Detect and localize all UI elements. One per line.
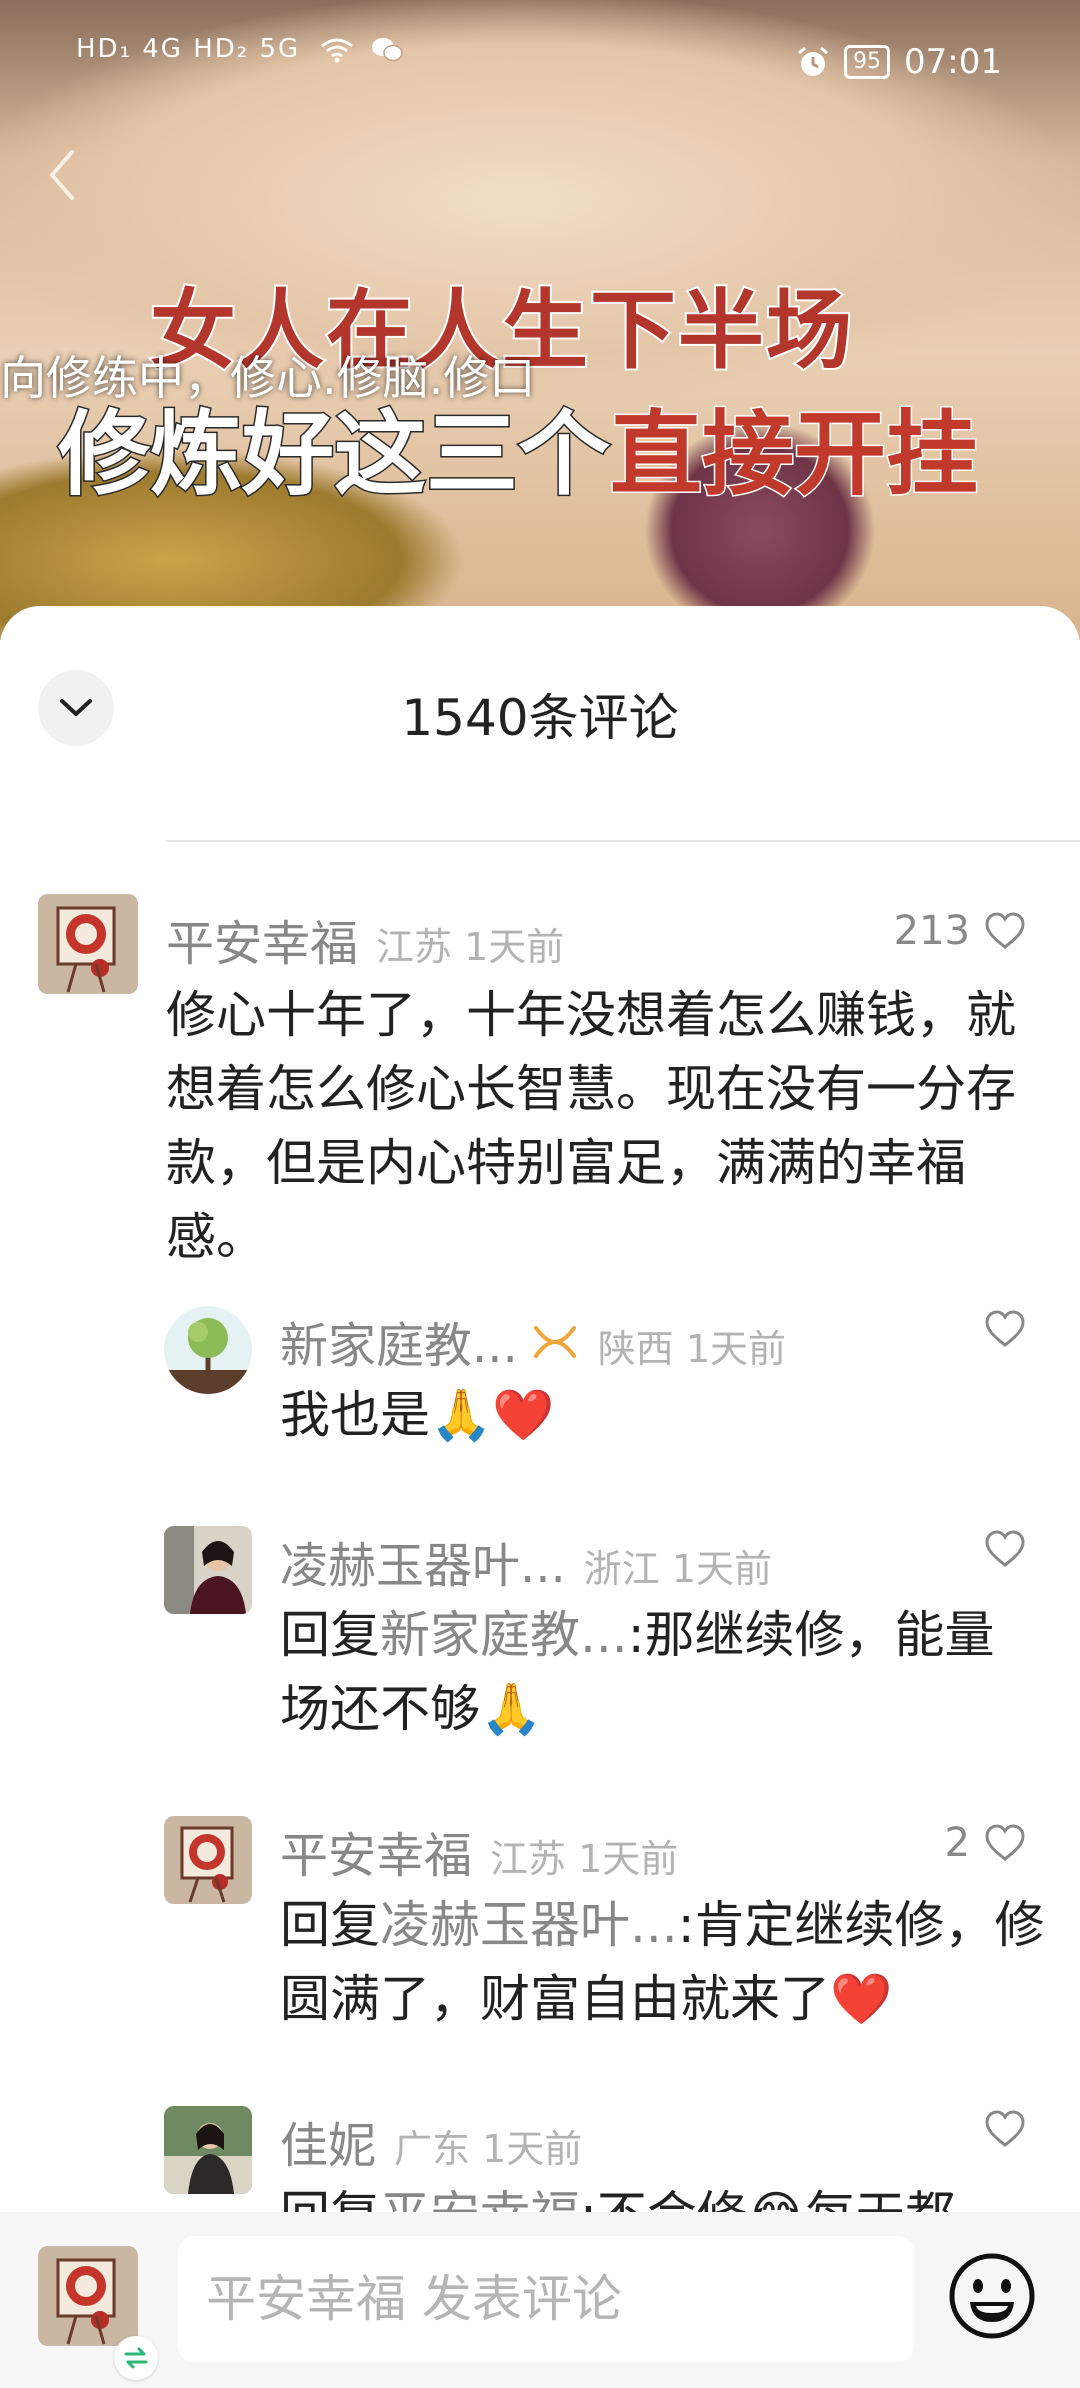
wechat-icon <box>371 37 403 61</box>
avatar-image <box>38 2246 138 2346</box>
swap-icon <box>124 2347 148 2369</box>
reply-header: 佳妮 广东 1天前 <box>280 2106 582 2176</box>
avatar[interactable] <box>164 1306 252 1394</box>
battery-indicator: 95 <box>844 45 891 79</box>
comment-item[interactable]: 平安幸福 江苏 1天前 213 修心十年了，十年没想着怎么赚钱，就想着怎么修心长… <box>0 894 1080 1266</box>
like-button[interactable]: 213 <box>894 908 1026 954</box>
video-title-line2-b: 直接开挂 <box>609 400 980 510</box>
heart-outline-icon <box>985 1310 1025 1347</box>
heart-outline-icon <box>985 912 1025 949</box>
avatar[interactable] <box>164 1526 252 1614</box>
network-text: HD₁ 4G HD₂ 5G <box>76 34 301 64</box>
clock: 07:01 <box>904 42 1002 82</box>
smiley-icon[interactable] <box>946 2250 1038 2342</box>
switch-account-button[interactable] <box>114 2336 158 2380</box>
reply-header: 新家庭教... 陕西 1天前 <box>280 1306 786 1376</box>
avatar-image <box>164 2106 252 2194</box>
reply-prefix: 回复 <box>280 1606 380 1664</box>
reply-header: 平安幸福 江苏 1天前 <box>280 1816 678 1886</box>
heart-outline-icon <box>985 1530 1025 1567</box>
username[interactable]: 佳妮 <box>280 2106 376 2176</box>
wifi-icon <box>321 38 354 62</box>
alarm-icon <box>798 46 828 76</box>
reply-item[interactable]: 凌赫玉器叶... 浙江 1天前 回复新家庭教...:那继续修，能量场还不够🙏 <box>0 1526 1080 1756</box>
comment-text: 修心十年了，十年没想着怎么赚钱，就想着怎么修心长智慧。现在没有一分存款，但是内心… <box>166 986 1016 1266</box>
avatar-image <box>38 894 138 994</box>
reply-text: 回复凌赫玉器叶...:肯定继续修，修圆满了，财富自由就来了❤️ <box>280 1888 1050 2036</box>
avatar-image <box>164 1526 252 1614</box>
like-button[interactable] <box>984 2110 1026 2148</box>
reply-to-user[interactable]: 新家庭教... <box>380 1606 628 1664</box>
avatar[interactable] <box>164 1816 252 1904</box>
my-avatar[interactable] <box>38 2246 138 2346</box>
video-title-line2-a: 修炼好这三个 <box>56 400 611 510</box>
heart-outline-icon <box>985 1824 1025 1861</box>
like-count: 2 <box>944 1820 970 1866</box>
comment-meta: 江苏 1天前 <box>490 1837 679 1881</box>
avatar-image <box>164 1306 252 1394</box>
reply-item[interactable]: 新家庭教... 陕西 1天前 我也是🙏❤️ <box>0 1306 1080 1466</box>
heart-outline-icon <box>985 2110 1025 2147</box>
comment-meta: 江苏 1天前 <box>376 925 565 969</box>
divider <box>166 840 1080 842</box>
username[interactable]: 凌赫玉器叶... <box>280 1526 566 1596</box>
like-button[interactable] <box>984 1530 1026 1568</box>
reply-to-user[interactable]: 凌赫玉器叶... <box>380 1896 678 1954</box>
reply-header: 凌赫玉器叶... 浙江 1天前 <box>280 1526 772 1596</box>
like-count: 213 <box>893 908 970 954</box>
avatar-image <box>164 1816 252 1904</box>
reply-text: 我也是🙏❤️ <box>280 1386 555 1444</box>
comment-header: 平安幸福 江苏 1天前 <box>166 904 564 974</box>
comment-meta: 广东 1天前 <box>394 2127 583 2171</box>
avatar[interactable] <box>38 894 138 994</box>
back-arrow-icon[interactable] <box>38 140 88 210</box>
comment-meta: 浙江 1天前 <box>583 1547 773 1591</box>
comments-sheet: 1540条评论 平安幸福 江苏 1天前 213 修心十年了，十年没想着怎么赚钱，… <box>0 606 1080 2388</box>
reply-prefix: 回复 <box>280 1896 380 1954</box>
username[interactable]: 新家庭教... <box>280 1306 518 1376</box>
like-button[interactable]: 2 <box>945 1820 1026 1866</box>
status-bar: HD₁ 4G HD₂ 5G 95 07:01 <box>0 0 1080 120</box>
comment-input[interactable] <box>178 2236 914 2362</box>
video-player[interactable]: HD₁ 4G HD₂ 5G 95 07:01 女人在人生下半场 向修练中，修心.… <box>0 0 1080 640</box>
avatar[interactable] <box>164 2106 252 2194</box>
creator-badge-icon <box>533 1326 576 1358</box>
comment-composer-bar <box>0 2212 1080 2388</box>
comment-input-box[interactable] <box>178 2236 914 2362</box>
username[interactable]: 平安幸福 <box>166 904 358 974</box>
network-indicators: HD₁ 4G HD₂ 5G <box>76 34 403 64</box>
username[interactable]: 平安幸福 <box>280 1816 472 1886</box>
status-right: 95 07:01 <box>796 42 1002 82</box>
reply-text: 回复新家庭教...:那继续修，能量场还不够🙏 <box>280 1598 1040 1746</box>
reply-item[interactable]: 平安幸福 江苏 1天前 2 回复凌赫玉器叶...:肯定继续修，修圆满了，财富自由… <box>0 1816 1080 2046</box>
comments-count-title: 1540条评论 <box>401 689 679 747</box>
video-title-line2: 修炼好这三个直接开挂 <box>56 380 980 513</box>
like-button[interactable] <box>984 1310 1026 1348</box>
comment-meta: 陕西 1天前 <box>597 1327 787 1371</box>
